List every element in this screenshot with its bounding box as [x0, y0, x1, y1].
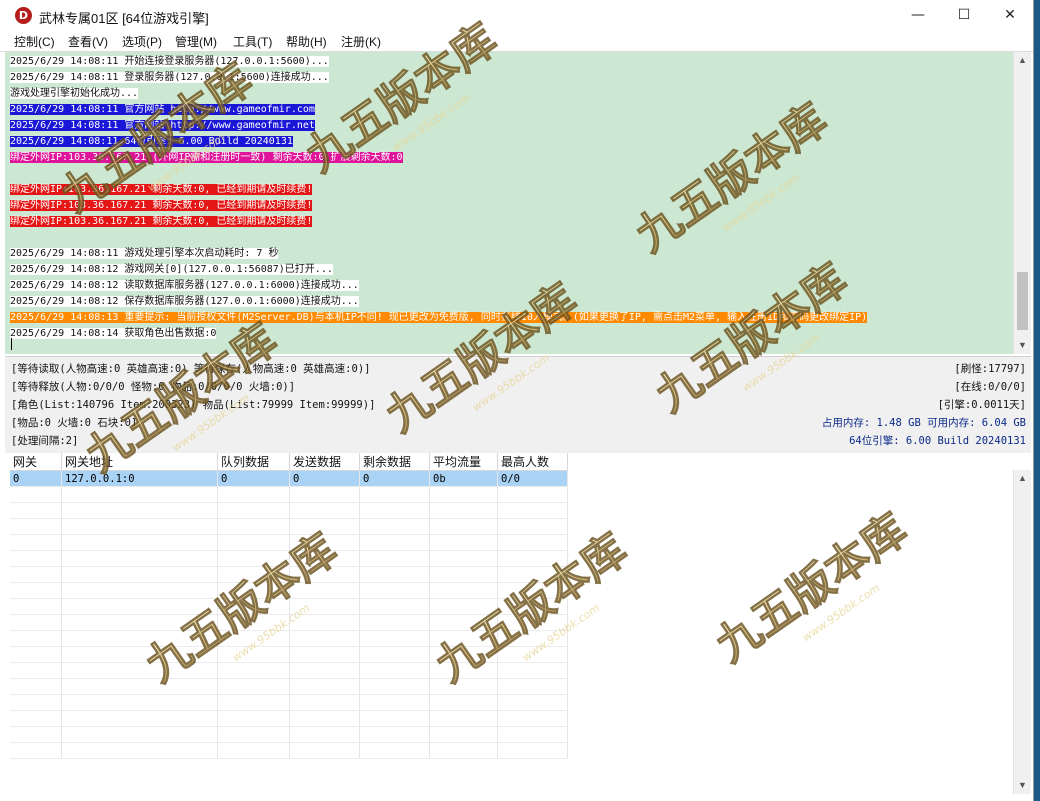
- table-cell: 0: [359, 470, 430, 487]
- log-line: 2025/6/29 14:08:13 重要提示: 当前授权文件(M2Server…: [10, 312, 868, 323]
- empty-row: [10, 566, 568, 583]
- table-row[interactable]: 0 127.0.0.1:0 0 0 0 0b 0/0: [10, 470, 568, 487]
- log-line: 2025/6/29 14:08:11 登录服务器(127.0.0.1:5600)…: [10, 72, 329, 83]
- column-header[interactable]: 最高人数: [497, 453, 568, 471]
- table-cell: 0: [217, 470, 290, 487]
- log-line: 2025/6/29 14:08:11 开始连接登录服务器(127.0.0.1:5…: [10, 56, 329, 67]
- engine-status: [引擎:0.0011天]: [937, 399, 1026, 411]
- role-items-status: [角色(List:140796 Item:200323) 物品(List:799…: [11, 399, 376, 411]
- empty-row: [10, 678, 568, 695]
- column-header[interactable]: 网关: [10, 453, 62, 471]
- empty-row: [10, 646, 568, 663]
- log-line: 绑定外网IP:103.36.167.21 剩余天数:0, 已经到期请及时续费!: [10, 200, 313, 211]
- close-button[interactable]: ✕: [987, 0, 1033, 31]
- online-status: [在线:0/0/0]: [954, 381, 1026, 393]
- menu-options[interactable]: 选项(P): [122, 33, 162, 50]
- empty-row: [10, 598, 568, 615]
- scroll-down-arrow-icon[interactable]: ▼: [1014, 777, 1031, 794]
- version-status: 64位引擎: 6.00 Build 20240131: [849, 435, 1026, 447]
- menu-bar: 控制(C) 查看(V) 选项(P) 管理(M) 工具(T) 帮助(H) 注册(K…: [0, 31, 1033, 52]
- empty-row: [10, 534, 568, 551]
- grid-scrollbar[interactable]: ▲ ▼: [1013, 470, 1031, 794]
- empty-row: [10, 518, 568, 535]
- table-cell: 0: [10, 470, 62, 487]
- empty-row: [10, 694, 568, 711]
- log-line: 2025/6/29 14:08:11 游戏处理引擎本次启动耗时: 7 秒: [10, 248, 279, 259]
- memory-status: 占用内存: 1.48 GB 可用内存: 6.04 GB: [821, 417, 1026, 429]
- table-cell: 0: [289, 470, 360, 487]
- release-wait-status: [等待释放(人物:0/0/0 怪物:0 物品:0/0/0/0 火墙:0)]: [11, 381, 296, 393]
- log-line: 2025/6/29 14:08:11 官方网站 http://www.gameo…: [10, 120, 315, 131]
- empty-row: [10, 630, 568, 647]
- column-header[interactable]: 网关地址: [61, 453, 218, 471]
- empty-row: [10, 742, 568, 759]
- column-header[interactable]: 发送数据: [289, 453, 360, 471]
- log-line: 游戏处理引擎初始化成功...: [10, 88, 139, 99]
- log-line: 绑定外网IP:103.36.167.21 剩余天数:0, 已经到期请及时续费!: [10, 216, 313, 227]
- log-line: 2025/6/29 14:08:14 获取角色出售数据:0: [10, 328, 217, 339]
- log-line: 2025/6/29 14:08:12 保存数据库服务器(127.0.0.1:60…: [10, 296, 359, 307]
- log-line: 2025/6/29 14:08:11 64位引擎: 6.00 Build 202…: [10, 136, 293, 147]
- log-line: 2025/6/29 14:08:11 官方网站 http://www.gameo…: [10, 104, 315, 115]
- table-cell: 0b: [429, 470, 498, 487]
- empty-row: [10, 614, 568, 631]
- text-caret: [11, 338, 12, 350]
- read-wait-status: [等待读取(人物高速:0 英雄高速:0) 等待保存(人物高速:0 英雄高速:0)…: [11, 363, 371, 375]
- empty-row: [10, 486, 568, 503]
- table-cell: 0/0: [497, 470, 568, 487]
- log-scroll-thumb[interactable]: [1017, 272, 1028, 330]
- empty-row: [10, 710, 568, 727]
- menu-control[interactable]: 控制(C): [14, 33, 55, 50]
- menu-register[interactable]: 注册(K): [341, 33, 381, 50]
- log-scrollbar[interactable]: ▲ ▼: [1013, 52, 1031, 354]
- log-line: 2025/6/29 14:08:12 游戏网关[0](127.0.0.1:560…: [10, 264, 333, 275]
- empty-row: [10, 662, 568, 679]
- window-title: 武林专属01区 [64位游戏引擎]: [39, 11, 209, 26]
- column-header[interactable]: 平均流量: [429, 453, 498, 471]
- menu-view[interactable]: 查看(V): [68, 33, 108, 50]
- app-icon: D: [15, 7, 32, 24]
- refresh-status: [刷怪:17797]: [954, 363, 1026, 375]
- scroll-down-arrow-icon[interactable]: ▼: [1014, 337, 1031, 354]
- log-line: 绑定外网IP:103.36.167.21 (外网IP需和注册时一致) 剩余天数:…: [10, 152, 403, 163]
- maximize-button[interactable]: ☐: [941, 0, 987, 31]
- app-window: D 武林专属01区 [64位游戏引擎] — ☐ ✕ 控制(C) 查看(V) 选项…: [0, 0, 1034, 801]
- table-cell: 127.0.0.1:0: [61, 470, 218, 487]
- scroll-up-arrow-icon[interactable]: ▲: [1014, 470, 1031, 487]
- empty-row: [10, 502, 568, 519]
- log-line: 2025/6/29 14:08:12 读取数据库服务器(127.0.0.1:60…: [10, 280, 359, 291]
- interval-status: [处理间隔:2]: [11, 435, 79, 447]
- empty-row: [10, 582, 568, 599]
- items-status: [物品:0 火墙:0 石块:0]: [11, 417, 138, 429]
- scroll-up-arrow-icon[interactable]: ▲: [1014, 52, 1031, 69]
- status-pane: [等待读取(人物高速:0 英雄高速:0) 等待保存(人物高速:0 英雄高速:0)…: [5, 356, 1031, 454]
- gateway-table: 网关 网关地址 队列数据 发送数据 剩余数据 平均流量 最高人数 0 127.0.0.1:0 0…: [10, 453, 568, 759]
- empty-row: [10, 726, 568, 743]
- menu-help[interactable]: 帮助(H): [286, 33, 327, 50]
- menu-tools[interactable]: 工具(T): [233, 33, 272, 50]
- menu-manage[interactable]: 管理(M): [175, 33, 217, 50]
- log-line: 绑定外网IP:103.36.167.21 剩余天数:0, 已经到期请及时续费!: [10, 184, 313, 195]
- empty-row: [10, 550, 568, 567]
- column-header[interactable]: 剩余数据: [359, 453, 430, 471]
- title-bar[interactable]: D 武林专属01区 [64位游戏引擎] — ☐ ✕: [0, 0, 1033, 31]
- gateway-grid[interactable]: 网关 网关地址 队列数据 发送数据 剩余数据 平均流量 最高人数 0 127.0.0.1:0 0…: [5, 453, 1031, 794]
- log-pane[interactable]: 2025/6/29 14:08:11 开始连接登录服务器(127.0.0.1:5…: [5, 52, 1013, 354]
- minimize-button[interactable]: —: [895, 0, 941, 31]
- column-header[interactable]: 队列数据: [217, 453, 290, 471]
